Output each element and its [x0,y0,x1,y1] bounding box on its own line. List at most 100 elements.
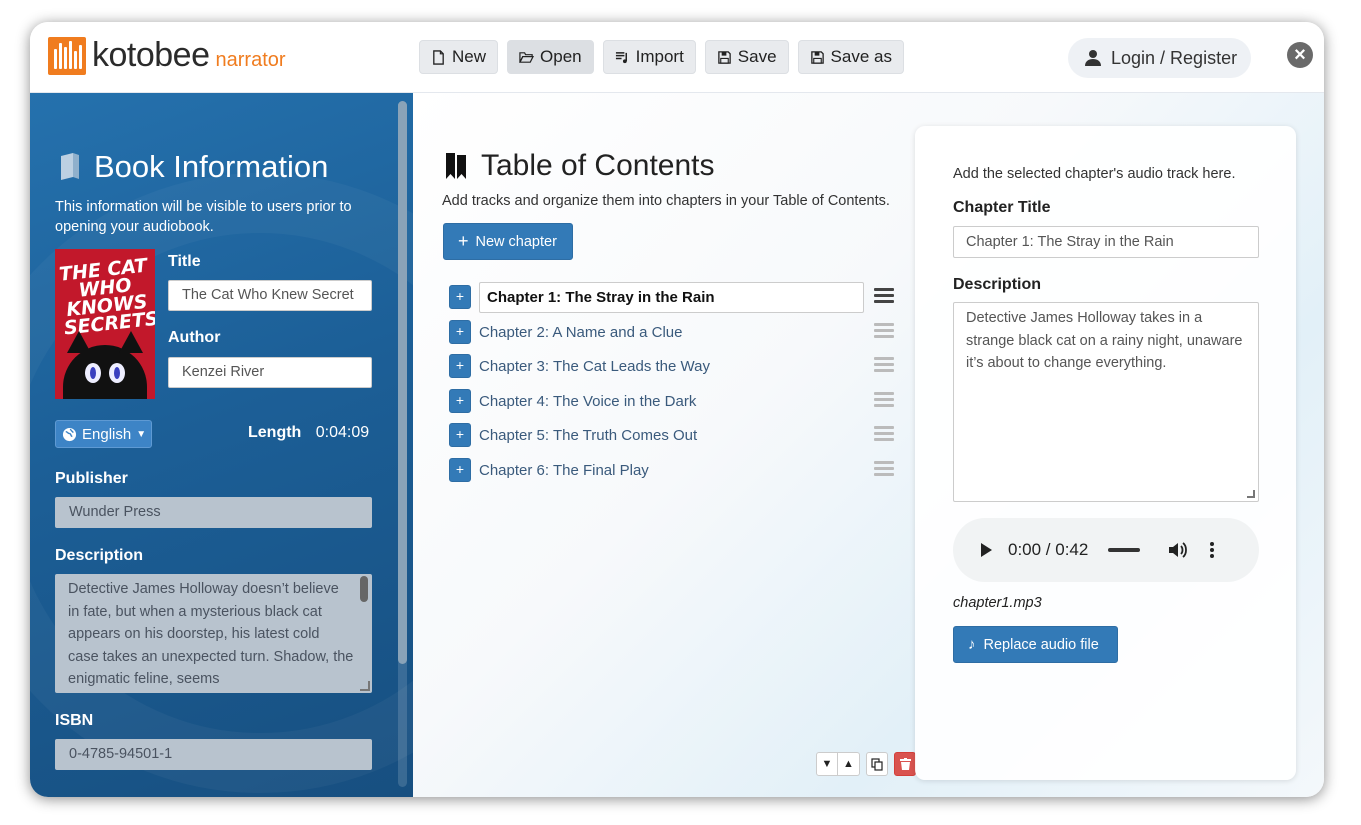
cover-title-text: THE CAT WHO KNOWS SECRETS [58,254,155,340]
isbn-input[interactable]: 0-4785-94501-1 [55,739,372,770]
music-note-icon: ♪ [968,636,976,653]
open-button[interactable]: Open [507,40,594,74]
new-label: New [452,47,487,66]
chapter-description-textarea[interactable]: Detective James Holloway takes in a stra… [953,302,1259,502]
close-icon[interactable]: × [1287,42,1313,68]
add-track-button[interactable]: + [449,389,471,413]
chapter-title-input[interactable]: Chapter 1: The Stray in the Rain [479,282,864,313]
length-value: 0:04:09 [315,424,370,441]
book-information-title: Book Information [94,149,329,184]
drag-handle-icon[interactable] [874,392,894,408]
playlist-icon [615,51,627,63]
import-button[interactable]: Import [602,40,696,74]
brand-name: kotobee [92,36,210,74]
kotobee-logo: kotobee narrator [48,36,286,75]
new-button[interactable]: New [419,40,499,74]
audio-file-name: chapter1.mp3 [953,595,1042,611]
drag-handle-icon[interactable] [874,323,894,339]
plus-icon: + [458,231,469,251]
drag-handle-icon[interactable] [874,288,894,304]
chapter-row[interactable]: + Chapter 6: The Final Play [449,457,899,485]
floppy-icon [810,50,824,64]
folder-open-icon [519,51,535,63]
description-scrollbar[interactable] [360,576,368,602]
login-register-button[interactable]: Login / Register [1068,38,1251,78]
drag-handle-icon[interactable] [874,426,894,442]
language-label: English [82,425,132,443]
save-as-label: Save as [830,47,892,66]
new-chapter-button[interactable]: + New chapter [443,223,573,260]
chapter-details-note: Add the selected chapter's audio track h… [953,166,1236,182]
chapter-title[interactable]: Chapter 3: The Cat Leads the Way [479,358,710,375]
add-track-button[interactable]: + [449,285,471,309]
cover-cat-illustration [63,331,147,399]
sidebar-scrollbar-thumb[interactable] [398,101,407,664]
author-input[interactable]: Kenzei River [168,357,372,388]
chapter-title[interactable]: Chapter 4: The Voice in the Dark [479,393,696,410]
resize-handle-icon[interactable] [360,681,370,691]
play-icon[interactable] [981,543,992,557]
title-input[interactable]: The Cat Who Knew Secret [168,280,372,311]
author-label: Author [168,329,221,346]
chapter-row[interactable]: + Chapter 3: The Cat Leads the Way [449,353,899,381]
move-down-button[interactable]: ▼ [816,752,838,776]
toc-note: Add tracks and organize them into chapte… [442,193,890,209]
chapter-title-label: Chapter Title [953,199,1051,216]
chapter-title[interactable]: Chapter 6: The Final Play [479,462,649,479]
user-icon [1085,50,1101,66]
caret-down-icon: ▼ [136,428,147,440]
move-up-button[interactable]: ▲ [838,752,860,776]
delete-button[interactable] [894,752,916,776]
length-label: Length [248,424,302,441]
brand-product: narrator [215,49,286,71]
chapter-title[interactable]: Chapter 2: A Name and a Clue [479,324,682,341]
app-window: kotobee narrator New Open Import Save Sa… [30,22,1324,797]
chapter-details-card: Add the selected chapter's audio track h… [915,126,1296,780]
more-options-icon[interactable] [1210,540,1215,560]
title-label: Title [168,253,201,270]
replace-audio-label: Replace audio file [983,636,1099,653]
add-track-button[interactable]: + [449,320,471,344]
drag-handle-icon[interactable] [874,357,894,373]
save-as-button[interactable]: Save as [797,40,904,74]
publisher-input[interactable]: Wunder Press [55,497,372,528]
duplicate-button[interactable] [866,752,888,776]
resize-handle-icon[interactable] [1247,490,1255,498]
save-label: Save [737,47,777,66]
chapter-row[interactable]: + Chapter 4: The Voice in the Dark [449,388,899,416]
length-display: Length 0:04:09 [248,424,369,442]
chapter-tools: ▼ ▲ [816,752,916,776]
chapter-row[interactable]: + Chapter 1: The Stray in the Rain [449,282,899,313]
chapter-title-field[interactable]: Chapter 1: The Stray in the Rain [953,226,1259,258]
chapter-row[interactable]: + Chapter 2: A Name and a Clue [449,319,899,347]
login-label: Login / Register [1111,47,1238,68]
language-dropdown[interactable]: English ▼ [55,420,152,448]
globe-icon [62,427,77,441]
chapter-description-label: Description [953,276,1042,293]
book-information-panel: Book Information This information will b… [30,93,413,797]
book-information-note: This information will be visible to user… [55,199,352,235]
drag-handle-icon[interactable] [874,461,894,477]
file-icon [433,49,444,65]
import-label: Import [635,47,684,66]
book-information-heading: Book Information [58,149,328,185]
chapter-title[interactable]: Chapter 5: The Truth Comes Out [479,427,697,444]
toc-title: Table of Contents [481,149,715,182]
add-track-button[interactable]: + [449,458,471,482]
copy-icon [871,758,883,771]
chapter-row[interactable]: + Chapter 5: The Truth Comes Out [449,422,899,450]
add-track-button[interactable]: + [449,423,471,447]
save-button[interactable]: Save [704,40,789,74]
replace-audio-button[interactable]: ♪ Replace audio file [953,626,1118,663]
add-track-button[interactable]: + [449,354,471,378]
trash-icon [899,758,911,770]
volume-icon[interactable] [1168,541,1188,559]
book-cover-image[interactable]: THE CAT WHO KNOWS SECRETS [55,249,155,399]
table-of-contents-panel: Table of Contents Add tracks and organiz… [413,93,1324,797]
open-label: Open [540,47,582,66]
toc-heading: Table of Contents [445,149,714,183]
description-label: Description [55,547,144,564]
publisher-label: Publisher [55,470,128,487]
audio-progress-bar[interactable] [1108,548,1141,552]
description-textarea[interactable]: Detective James Holloway doesn’t believe… [55,574,372,693]
